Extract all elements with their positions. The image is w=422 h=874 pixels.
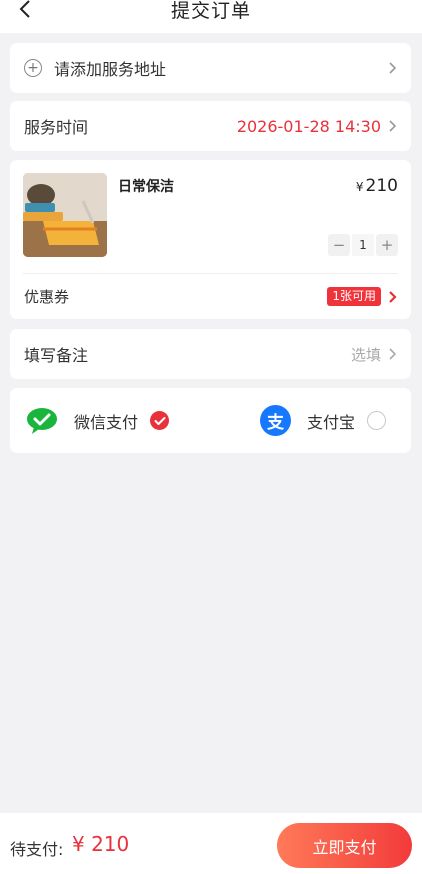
note-row[interactable]: 填写备注 选填 [10,329,411,379]
checkout-bar: 待支付: ¥ 210 立即支付 [0,813,422,874]
address-label: 请添加服务地址 [54,60,167,79]
alipay-icon: 支 [260,405,291,436]
wechat-radio-checked[interactable] [150,411,170,430]
decrement-button[interactable]: − [328,234,350,256]
product-price: ¥210 [355,176,398,196]
service-time-row[interactable]: 服务时间 2026-01-28 14:30 [10,101,411,151]
nav-bar: 提交订单 [0,0,422,33]
increment-button[interactable]: + [376,234,398,256]
coupon-badge: 1张可用 [327,287,381,306]
product-name: 日常保洁 [118,179,174,195]
coupon-label: 优惠券 [24,288,70,306]
payment-methods: 微信支付 支 支付宝 [10,388,411,453]
page-title: 提交订单 [170,0,251,22]
payment-option-wechat[interactable]: 微信支付 [26,388,170,453]
service-time-label: 服务时间 [24,118,89,137]
chevron-right-icon [389,62,397,74]
alipay-label: 支付宝 [307,412,356,432]
wechat-pay-label: 微信支付 [74,412,139,432]
alipay-radio-unchecked[interactable] [367,411,387,430]
amount-due-label: 待支付: [10,840,64,859]
coupon-row[interactable]: 优惠券 1张可用 [10,274,411,319]
product-image [23,173,107,257]
note-label: 填写备注 [24,346,89,365]
wechat-pay-icon [27,407,57,434]
service-time-value: 2026-01-28 14:30 [236,116,381,136]
address-row[interactable]: + 请添加服务地址 [10,43,411,93]
add-icon: + [24,59,42,77]
note-placeholder: 选填 [350,345,381,364]
product-card: 日常保洁 ¥210 − 1 + 优惠券 1张可用 [10,160,411,319]
quantity-stepper: − 1 + [328,234,398,256]
chevron-right-icon [389,290,397,303]
chevron-right-icon [389,120,397,132]
amount-due-value: ¥ 210 [72,832,130,856]
chevron-right-icon [389,348,397,360]
payment-option-alipay[interactable]: 支 支付宝 [260,388,387,453]
pay-now-button[interactable]: 立即支付 [277,823,412,868]
quantity-value: 1 [352,234,374,256]
